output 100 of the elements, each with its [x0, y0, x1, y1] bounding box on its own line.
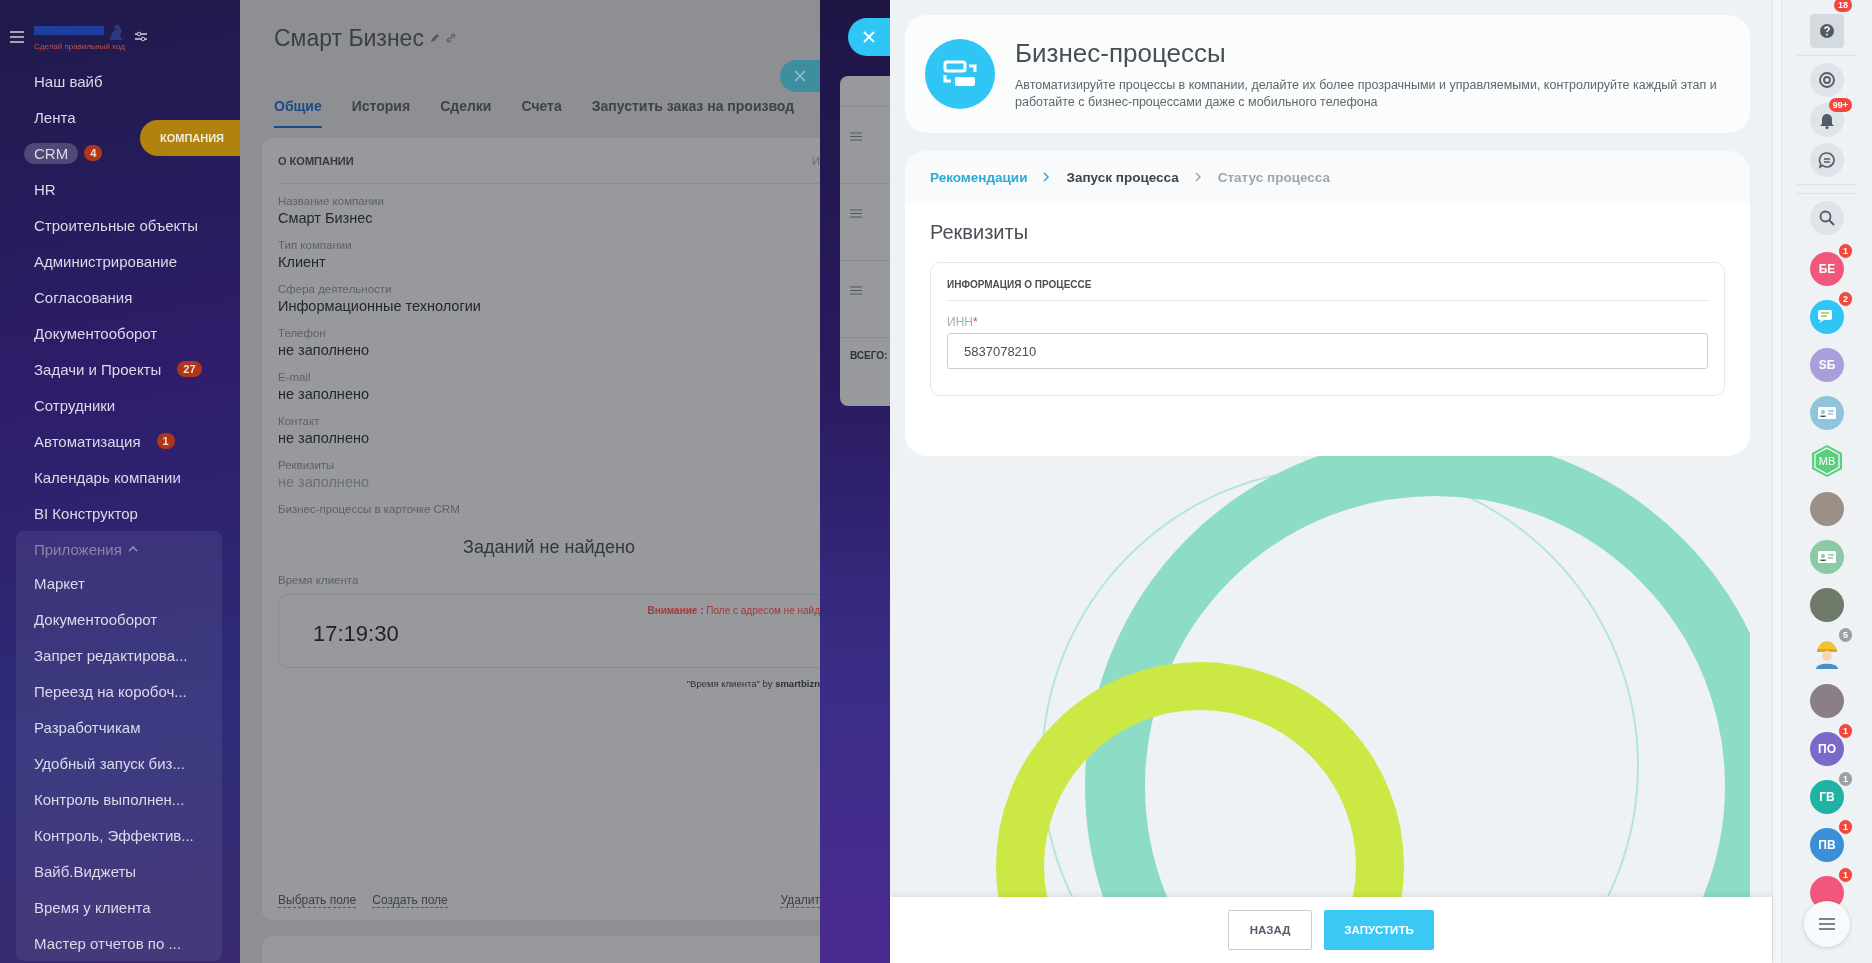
chevron-icon — [1194, 172, 1202, 182]
menu-item[interactable]: Время у клиента — [24, 896, 161, 918]
counter-badge: 1 — [1839, 244, 1852, 258]
field-value: не заполнено — [278, 385, 370, 404]
contact-card-avatar[interactable] — [1810, 540, 1844, 574]
bell-icon — [1819, 111, 1835, 129]
field-label: Сфера деятельности — [278, 282, 393, 297]
chat-button[interactable] — [1810, 143, 1844, 177]
field-label: Время клиента — [278, 573, 360, 588]
credit-text: "Время клиента" by smartbizn — [685, 678, 820, 689]
counter-badge: 1 — [156, 433, 175, 449]
field-label: Контакт — [278, 414, 321, 429]
chat-icon — [1818, 151, 1836, 169]
field-label: E-mail — [278, 370, 312, 385]
menu-item[interactable]: Разработчикам — [24, 716, 151, 738]
close-icon — [863, 31, 875, 43]
menu-item[interactable]: Мастер отчетов по ... — [24, 932, 191, 954]
copilot-button[interactable] — [1810, 63, 1844, 97]
counter-badge: 4 — [84, 145, 103, 161]
section-title: О КОМПАНИИ — [278, 154, 354, 167]
field-label: Реквизиты — [278, 458, 336, 473]
footer-link[interactable]: Создать поле — [372, 893, 448, 908]
input-field[interactable]: 5837078210 — [947, 333, 1708, 369]
menu-item[interactable]: Наш вайб — [24, 70, 113, 92]
user-avatar[interactable]: ПО — [1810, 732, 1844, 766]
field-value: Клиент — [278, 253, 327, 272]
drag-handle-icon[interactable] — [850, 286, 862, 295]
help-icon — [1820, 24, 1834, 38]
ring-icon — [1818, 71, 1836, 89]
close-button[interactable] — [848, 18, 890, 56]
contact-card-icon — [1817, 406, 1837, 420]
contact-card-avatar[interactable] — [1810, 396, 1844, 430]
footer-link[interactable]: Выбрать поле — [278, 893, 357, 908]
menu-item[interactable]: Календарь компании — [24, 466, 191, 488]
close-icon — [794, 70, 806, 82]
menu-item[interactable]: Администрирование — [24, 250, 188, 272]
menu-item[interactable]: HR — [24, 178, 66, 200]
link-icon[interactable] — [445, 33, 456, 43]
counter-badge: 18 — [1834, 0, 1852, 12]
menu-item[interactable]: Контроль, Эффектив... — [24, 824, 204, 846]
chevron-icon — [1043, 172, 1051, 182]
field-label: Телефон — [278, 326, 327, 341]
menu-item[interactable]: Автоматизация — [24, 430, 151, 452]
menu-item[interactable]: Документооборот — [24, 608, 168, 630]
help-button[interactable] — [1810, 14, 1844, 48]
counter-badge: 99+ — [1828, 98, 1852, 112]
field-label: Тип компании — [278, 238, 353, 253]
counter-badge: 2 — [1839, 292, 1852, 306]
avatar-placeholder[interactable] — [1810, 588, 1844, 622]
company-title: Смарт Бизнес — [274, 24, 424, 52]
counter-badge: 1 — [1839, 772, 1852, 786]
menu-item[interactable]: Удобный запуск биз... — [24, 752, 195, 774]
field-value: Смарт Бизнес — [278, 209, 374, 228]
menu-item[interactable]: BI Конструктор — [24, 502, 148, 524]
menu-button[interactable] — [1804, 901, 1850, 947]
counter-badge: 1 — [1839, 724, 1852, 738]
pencil-icon[interactable] — [429, 33, 440, 43]
menu-item[interactable]: Вайб.Виджеты — [24, 860, 147, 882]
empty-message: Заданий не найдено — [462, 537, 636, 558]
menu-item[interactable]: Строительные объекты — [24, 214, 208, 236]
field-label: ИНН* — [947, 315, 979, 329]
menu-item[interactable]: Сотрудники — [24, 394, 126, 416]
drag-handle-icon[interactable] — [850, 209, 862, 218]
field-value: не заполнено — [278, 341, 370, 360]
clock-time: 17:19:30 — [313, 621, 399, 647]
menu-item[interactable]: Переезд на коробоч... — [24, 680, 197, 702]
footer-button[interactable]: НАЗАД — [1228, 910, 1312, 950]
contact-card-icon — [1817, 550, 1837, 564]
process-blocks-icon — [925, 39, 995, 109]
scrollbar[interactable] — [1772, 0, 1781, 963]
field-value: не заполнено — [278, 429, 370, 448]
chevron-icon — [127, 546, 138, 552]
counter-badge: 5 — [1839, 628, 1852, 642]
menu-icon[interactable] — [10, 30, 24, 43]
settings-sliders-icon[interactable] — [134, 31, 147, 42]
avatar-placeholder[interactable] — [1810, 684, 1844, 718]
menu-item[interactable]: Согласования — [24, 286, 143, 308]
menu-item[interactable]: Документооборот — [24, 322, 168, 344]
counter-badge: 1 — [1839, 868, 1852, 882]
menu-icon — [1819, 918, 1835, 930]
logo-tagline: Сделай правильный ход — [34, 42, 125, 51]
panel-description: Автоматизируйте процессы в компании, делайте их более прозрачными и управляемыми, контролируйте каждый этап и работайте с бизнес-процессами даже с мобильного телефона — [1015, 76, 1718, 111]
avatar-placeholder[interactable] — [1810, 492, 1844, 526]
panel-title: Бизнес-процессы — [1015, 37, 1227, 69]
field-label: Название компании — [278, 194, 385, 209]
search-button[interactable] — [1810, 201, 1844, 235]
drag-handle-icon[interactable] — [850, 132, 862, 141]
field-value: Информационные технологии — [278, 297, 482, 316]
step-link[interactable]: Запуск процесса — [1066, 169, 1179, 185]
menu-item[interactable]: CRM — [24, 142, 79, 164]
menu-item[interactable]: Лента — [24, 106, 86, 128]
menu-item[interactable]: Задачи и Проекты — [24, 358, 172, 380]
section-title: ИНФОРМАЦИЯ О ПРОЦЕССЕ — [947, 263, 1708, 301]
menu-item[interactable]: Маркет — [24, 572, 95, 594]
group-chat-avatar[interactable] — [1810, 300, 1844, 334]
menu-item[interactable]: Контроль выполнен... — [24, 788, 195, 810]
form-title: Реквизиты — [930, 221, 1029, 244]
menu-item[interactable]: Запрет редактирова... — [24, 644, 198, 666]
warning-text: Внимание : Поле с адресом не найд — [647, 605, 820, 616]
counter-badge: 27 — [177, 361, 202, 377]
